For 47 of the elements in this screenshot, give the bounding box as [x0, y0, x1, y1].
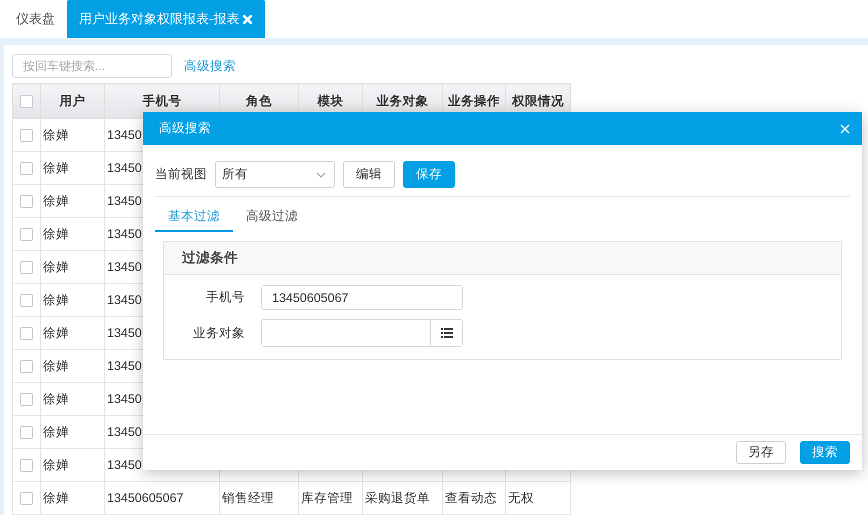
view-dropdown[interactable]: 所有	[215, 161, 335, 188]
checkbox[interactable]	[20, 492, 33, 506]
dialog-button[interactable]: 另存	[736, 441, 786, 464]
table-cell: 徐婵	[40, 416, 104, 448]
dialog-button[interactable]: 编辑	[343, 161, 395, 188]
checkbox[interactable]	[20, 228, 33, 242]
table-cell: 徐婵	[40, 482, 104, 514]
checkbox[interactable]	[20, 459, 33, 472]
close-icon[interactable]	[840, 124, 850, 134]
table-cell: 徐婵	[40, 184, 104, 218]
checkbox[interactable]	[20, 327, 33, 340]
checkbox[interactable]	[20, 129, 33, 142]
checkbox[interactable]	[20, 195, 33, 208]
checkbox[interactable]	[20, 393, 33, 406]
list-button[interactable]	[430, 320, 462, 346]
field-label: 当前视图	[155, 166, 207, 183]
checkbox[interactable]	[20, 294, 33, 308]
table-cell: 库存管理	[298, 482, 362, 514]
checkbox[interactable]	[20, 360, 33, 374]
checkbox[interactable]	[20, 95, 33, 108]
column-header: 用户	[40, 84, 104, 118]
input-field[interactable]: 13450605067	[261, 285, 463, 310]
table-cell: 徐婵	[40, 152, 104, 184]
table-cell: 徐婵	[40, 284, 104, 316]
dialog-title: 高级搜索	[159, 120, 211, 137]
table-cell: 采购退货单	[362, 482, 442, 514]
table-cell: 徐婵	[40, 218, 104, 250]
page-tab[interactable]: 仪表盘	[4, 0, 67, 38]
table-cell: 徐婵	[40, 382, 104, 416]
filter-tab[interactable]: 高级过滤	[233, 208, 311, 232]
input-field[interactable]	[261, 319, 463, 347]
table-cell: 无权	[506, 482, 570, 514]
table-cell: 销售经理	[220, 482, 298, 514]
list-icon	[440, 328, 452, 338]
table-cell: 查看动态	[442, 482, 506, 514]
checkbox[interactable]	[20, 261, 33, 274]
table-cell: 徐婵	[40, 448, 104, 482]
table-cell: 徐婵	[40, 350, 104, 382]
caret-icon	[316, 172, 326, 178]
table-cell: 徐婵	[40, 250, 104, 284]
close-icon[interactable]	[242, 14, 254, 24]
checkbox[interactable]	[20, 162, 33, 176]
table-cell: 13450605067	[104, 482, 220, 514]
table-cell: 徐婵	[40, 316, 104, 350]
checkbox[interactable]	[20, 426, 33, 440]
table-cell: 徐婵	[40, 118, 104, 152]
search-field[interactable]: 按回车键搜索...	[12, 54, 172, 78]
